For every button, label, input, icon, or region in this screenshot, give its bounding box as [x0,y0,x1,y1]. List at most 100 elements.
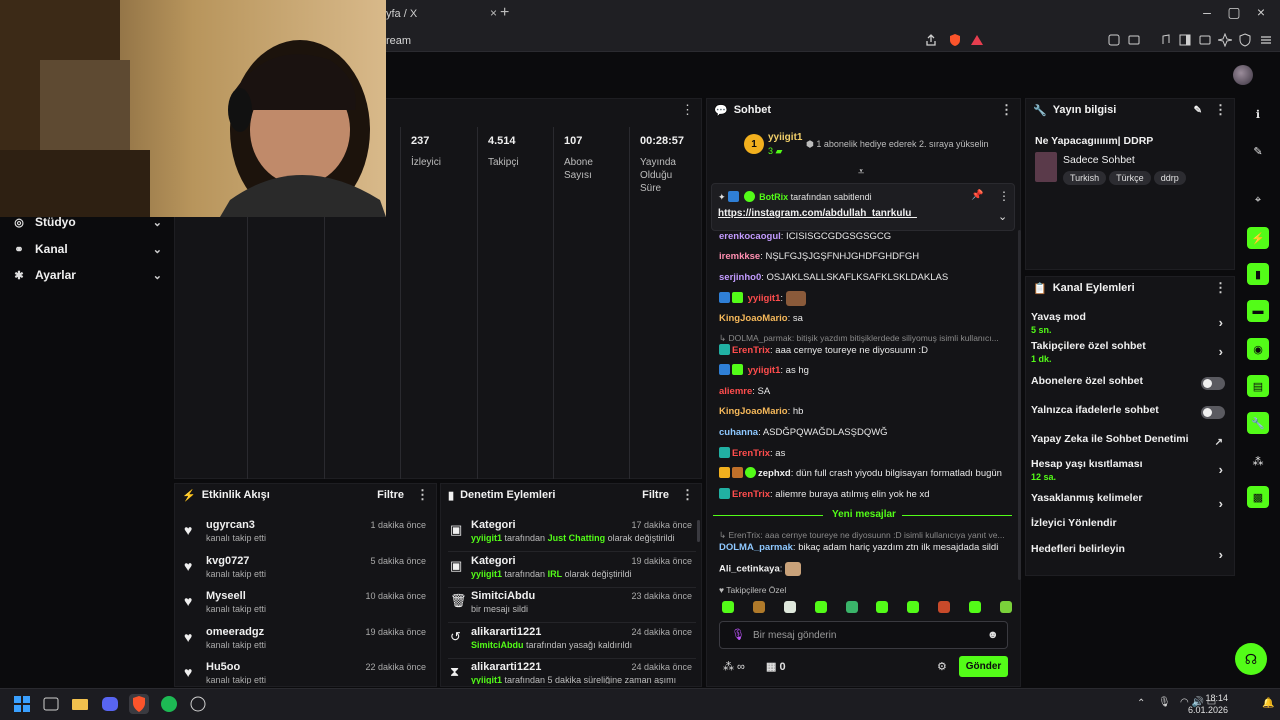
action-raid[interactable]: İzleyici Yönlendir [1031,517,1229,545]
file-explorer-icon[interactable] [70,694,90,714]
emote-icon[interactable] [999,601,1012,613]
emote-icon[interactable] [969,601,981,613]
tag[interactable]: Türkçe [1109,171,1151,185]
edit-icon[interactable]: ✎ [1247,140,1269,162]
action-goals[interactable]: Hedefleri belirleyin › [1031,543,1229,571]
pinned-link[interactable]: https://instagram.com/abdullah_tanrkulu_ [718,208,917,219]
vpn-icon[interactable] [1238,33,1252,47]
activity-user[interactable]: Myseell [206,590,246,602]
task-view-icon[interactable] [41,694,61,714]
emote-icon[interactable] [814,601,827,613]
stats-menu-icon[interactable]: ⋮ [681,102,694,118]
send-button[interactable]: Gönder [959,656,1008,677]
emote-icon[interactable] [722,601,734,613]
action-followers-only[interactable]: Takipçilere özel sohbet 1 dk. › [1031,340,1229,368]
wrench-icon[interactable]: 🔧 [1247,412,1269,434]
microphone-icon[interactable]: 🎙 [1158,697,1171,708]
music-icon[interactable] [1158,33,1172,47]
channel-actions-menu-icon[interactable]: ⋮ [1214,280,1227,296]
sidebar-icon[interactable] [1178,33,1192,47]
stream-category[interactable]: Sadece Sohbet [1063,154,1135,166]
new-tab-icon[interactable]: + [500,4,509,22]
action-account-age[interactable]: Hesap yaşı kısıtlaması 12 sa. › [1031,458,1229,486]
windows-start-icon[interactable] [12,694,32,714]
pinned-menu-icon[interactable]: ⋮ [998,189,1010,203]
chat-settings-icon[interactable]: ⚙ [937,660,947,673]
broadcast-icon[interactable]: ◉ [1247,338,1269,360]
tools-icon[interactable]: ⁂ [1247,450,1269,472]
emote-icon[interactable] [752,601,765,613]
emotes-only-toggle[interactable] [1201,406,1225,419]
brave-shield-icon[interactable] [948,33,962,47]
box-counter[interactable]: ▦ 0 [766,660,786,673]
wallet-icon[interactable] [1198,33,1212,47]
activity-user[interactable]: ugyrcan3 [206,519,255,531]
filter-button[interactable]: Filtre [377,489,404,501]
chat-menu-icon[interactable]: ⋮ [1000,102,1013,118]
stream-info-menu-icon[interactable]: ⋮ [1214,102,1227,118]
new-messages-label[interactable]: Yeni mesajlar [832,509,896,520]
gift-prompt[interactable]: ⬢ 1 abonelik hediye ederek 2. sıraya yük… [806,139,988,150]
chat-bubble-icon[interactable]: ▬ [1247,300,1269,322]
subscribers-only-toggle[interactable] [1201,377,1225,390]
emote-icon[interactable] [876,601,889,613]
steam-icon[interactable] [188,694,208,714]
bolt-icon[interactable]: ⚡ [1247,227,1269,249]
image-icon[interactable]: ▩ [1247,486,1269,508]
chat-scrollbar[interactable] [1018,230,1021,580]
brave-browser-icon[interactable] [129,694,149,714]
discord-icon[interactable] [100,694,120,714]
maximize-icon[interactable]: ▢ [1224,4,1244,21]
emoji-icon[interactable]: ☻ [987,629,999,641]
tag[interactable]: ddrp [1153,171,1186,185]
emote-icon[interactable] [907,601,920,613]
action-subscribers-only[interactable]: Abonelere özel sohbet [1031,375,1229,403]
menu-icon[interactable] [1259,33,1273,47]
action-banned-words[interactable]: Yasaklanmış kelimeler › [1031,492,1229,520]
moderation-icon[interactable]: ▮ [1247,263,1269,285]
chat-tools-icon[interactable]: ⁂ ∞ [723,660,745,673]
tray-chevron-icon[interactable]: ⌃ [1137,698,1145,709]
moderation-scrollbar[interactable] [697,520,700,542]
action-ai-moderation[interactable]: Yapay Zeka ile Sohbet Denetimi ↗ [1031,433,1229,461]
emote-icon[interactable] [783,601,796,613]
browser-tab-title[interactable]: yfa / X [386,8,417,20]
emote-icon[interactable] [845,601,858,613]
clipboard-icon[interactable]: ▤ [1247,375,1269,397]
url-field[interactable]: ream [386,35,411,47]
chevron-down-icon[interactable]: ⌄ [998,210,1007,223]
microphone-icon[interactable]: 🎙 [731,628,745,641]
close-window-icon[interactable]: × [1251,4,1271,20]
extensions-icon[interactable] [1107,33,1121,47]
unpin-icon[interactable]: 📌 [971,190,983,201]
collapse-leaderboard-icon[interactable]: ⩡ [858,166,864,179]
activity-user[interactable]: Hu5oo [206,661,240,673]
activity-user[interactable]: omeeradgz [206,626,264,638]
rewards-icon[interactable] [970,33,984,47]
action-emotes-only[interactable]: Yalnızca ifadelerle sohbet [1031,404,1229,432]
notifications-icon[interactable]: 🔔 [1262,698,1274,709]
nav-item-settings[interactable]: ✱ Ayarlar ⌄ [12,264,162,286]
support-headset-icon[interactable]: ☊ [1235,643,1267,675]
screenshot-icon[interactable] [1127,33,1141,47]
filter-button[interactable]: Filtre [642,489,669,501]
spotify-icon[interactable] [159,694,179,714]
chat-input-placeholder[interactable]: Bir mesaj gönderin [753,630,836,641]
clock[interactable]: 18:14 6.01.2026 [1188,692,1228,716]
leo-ai-icon[interactable] [1218,33,1232,47]
edit-icon[interactable]: ✎ [1194,105,1202,116]
emote-icon[interactable] [938,601,951,613]
activity-menu-icon[interactable]: ⋮ [416,487,429,503]
minimize-icon[interactable]: – [1197,4,1217,20]
action-slow-mode[interactable]: Yavaş mod 5 sn. › [1031,311,1229,339]
capture-icon[interactable]: ⌖ [1247,189,1269,211]
top-gifter-name[interactable]: yyiigit1 [768,132,802,143]
share-icon[interactable] [924,33,938,47]
tag[interactable]: Turkish [1063,171,1107,185]
activity-user[interactable]: kvg0727 [206,555,249,567]
info-icon[interactable]: ℹ [1247,103,1269,125]
nav-item-channel[interactable]: ⚭ Kanal ⌄ [12,238,162,260]
avatar[interactable] [1233,65,1253,85]
moderation-menu-icon[interactable]: ⋮ [681,487,694,503]
close-tab-icon[interactable]: × [490,6,497,20]
